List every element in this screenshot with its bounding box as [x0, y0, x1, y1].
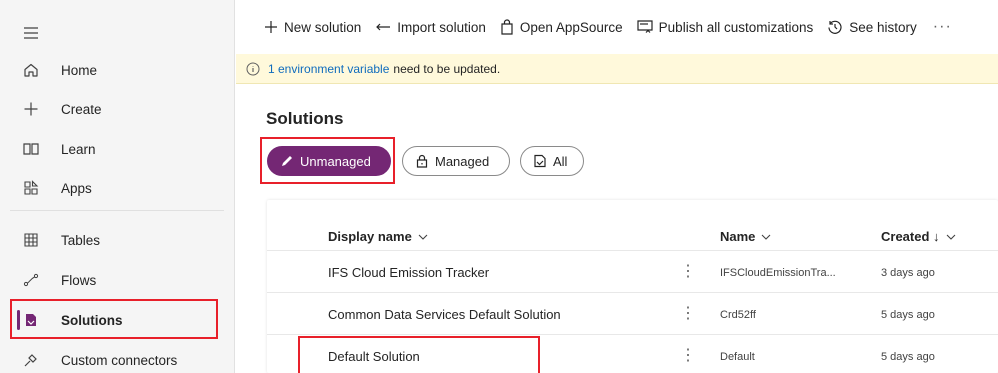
name-cell: IFSCloudEmissionTra... — [720, 267, 836, 279]
table-row[interactable]: Common Data Services Default Solution ⋮ … — [267, 292, 998, 334]
import-arrow-icon — [375, 21, 391, 33]
sidebar-item-custom-connectors[interactable]: Custom connectors — [0, 340, 234, 373]
flow-icon — [21, 270, 41, 290]
column-header-label: Display name — [328, 229, 412, 244]
column-header-created[interactable]: Created ↓ — [881, 229, 956, 244]
column-header-name[interactable]: Name — [720, 229, 771, 244]
sidebar-item-apps[interactable]: Apps — [0, 168, 234, 208]
sidebar-divider — [10, 210, 224, 211]
solutions-outline-icon — [533, 154, 547, 168]
table-icon — [21, 230, 41, 250]
sidebar-item-label: Create — [61, 101, 102, 117]
active-indicator — [17, 310, 20, 330]
pencil-icon — [280, 154, 294, 168]
sidebar-item-label: Solutions — [61, 312, 123, 328]
lock-icon — [415, 154, 429, 168]
info-icon — [246, 62, 260, 76]
import-solution-button[interactable]: Import solution — [375, 20, 486, 35]
display-name-cell[interactable]: Common Data Services Default Solution — [328, 307, 561, 322]
sidebar-item-tables[interactable]: Tables — [0, 220, 234, 260]
apps-icon — [21, 178, 41, 198]
publish-all-button[interactable]: Publish all customizations — [637, 19, 814, 35]
filter-unmanaged-button[interactable]: Unmanaged — [267, 146, 391, 176]
row-menu-icon[interactable]: ⋮ — [680, 345, 696, 365]
publish-all-label: Publish all customizations — [658, 19, 814, 35]
notification-bar: 1 environment variable need to be update… — [236, 54, 998, 84]
row-menu-icon[interactable]: ⋮ — [680, 303, 696, 323]
left-nav: Home Create Learn Apps Tables Flows Solu… — [0, 0, 235, 373]
plus-icon — [21, 99, 41, 119]
new-solution-label: New solution — [284, 19, 362, 35]
plus-icon — [264, 20, 278, 34]
filter-label: Managed — [435, 153, 490, 169]
column-header-display-name[interactable]: Display name — [328, 229, 428, 244]
sidebar-item-learn[interactable]: Learn — [0, 129, 234, 169]
sidebar-item-label: Flows — [61, 272, 97, 288]
connector-icon — [21, 350, 41, 370]
sidebar-item-label: Tables — [61, 232, 101, 248]
name-cell: Crd52ff — [720, 309, 756, 321]
history-icon — [827, 19, 843, 35]
chevron-down-icon — [761, 234, 771, 240]
open-appsource-button[interactable]: Open AppSource — [500, 19, 623, 35]
sidebar-item-label: Custom connectors — [61, 352, 178, 368]
column-header-label: Created ↓ — [881, 229, 940, 244]
nav-toggle-button[interactable] — [0, 13, 234, 53]
row-menu-icon[interactable]: ⋮ — [680, 261, 696, 281]
display-name-cell[interactable]: Default Solution — [328, 349, 420, 364]
hamburger-icon — [21, 23, 41, 43]
page-title: Solutions — [266, 109, 344, 128]
chevron-down-icon — [946, 234, 956, 240]
sidebar-item-solutions[interactable]: Solutions — [0, 300, 234, 340]
name-cell: Default — [720, 351, 755, 363]
display-name-cell[interactable]: IFS Cloud Emission Tracker — [328, 265, 489, 280]
sidebar-item-label: Learn — [61, 141, 96, 157]
sidebar-item-flows[interactable]: Flows — [0, 260, 234, 300]
more-options-icon[interactable]: ··· — [933, 18, 952, 36]
publish-icon — [637, 20, 653, 34]
filter-managed-button[interactable]: Managed — [402, 146, 510, 176]
new-solution-button[interactable]: New solution — [264, 20, 361, 35]
see-history-label: See history — [849, 19, 917, 35]
command-bar: New solution Import solution Open AppSou… — [236, 0, 998, 54]
open-appsource-label: Open AppSource — [519, 19, 623, 35]
book-icon — [21, 139, 41, 159]
sidebar-item-create[interactable]: Create — [0, 89, 234, 129]
filter-label: All — [553, 153, 568, 169]
created-cell: 5 days ago — [881, 351, 935, 363]
sidebar-item-label: Home — [61, 62, 98, 78]
environment-variable-link[interactable]: 1 environment variable — [268, 62, 389, 76]
notice-text: need to be updated. — [393, 61, 501, 76]
solutions-icon — [21, 310, 41, 330]
sidebar-item-label: Apps — [61, 180, 92, 196]
created-cell: 5 days ago — [881, 309, 935, 321]
see-history-button[interactable]: See history — [827, 19, 917, 35]
column-header-label: Name — [720, 229, 756, 244]
table-row[interactable]: Default Solution ⋮ Default 5 days ago — [267, 334, 998, 373]
chevron-down-icon — [418, 234, 428, 240]
created-cell: 3 days ago — [881, 267, 935, 279]
shopping-bag-icon — [500, 19, 514, 35]
home-icon — [21, 60, 41, 80]
filter-label: Unmanaged — [300, 153, 371, 169]
import-solution-label: Import solution — [397, 19, 486, 35]
filter-all-button[interactable]: All — [520, 146, 584, 176]
sidebar-item-home[interactable]: Home — [0, 50, 234, 90]
table-row[interactable]: IFS Cloud Emission Tracker ⋮ IFSCloudEmi… — [267, 250, 998, 292]
